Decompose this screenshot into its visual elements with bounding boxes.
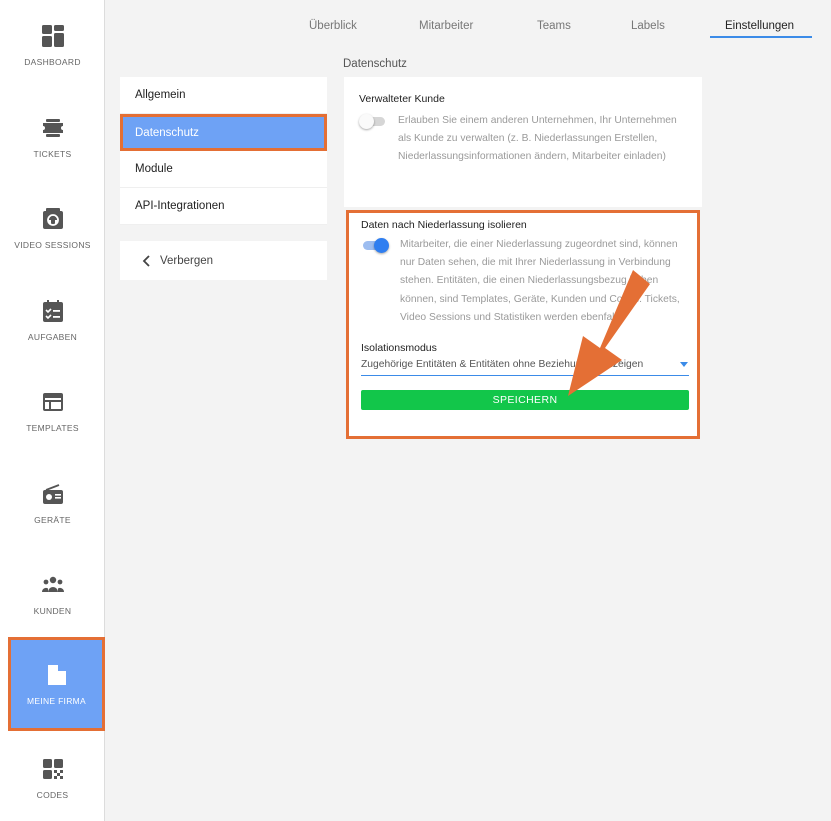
nav-item-customers[interactable]: KUNDEN — [0, 549, 105, 639]
managed-customer-toggle[interactable] — [359, 114, 387, 129]
managed-customer-title: Verwalteter Kunde — [359, 93, 445, 105]
company-icon — [44, 662, 70, 688]
active-tab-indicator — [710, 36, 812, 38]
managed-customer-description: Erlauben Sie einem anderen Unternehmen, … — [398, 115, 677, 163]
tab-employees[interactable]: Mitarbeiter — [419, 20, 473, 32]
chevron-left-icon — [142, 254, 150, 267]
tickets-icon — [40, 115, 66, 141]
nav-item-templates[interactable]: TEMPLATES — [0, 366, 105, 456]
customers-icon — [40, 572, 66, 598]
settings-submenu: Allgemein Datenschutz Module API-Integra… — [120, 77, 327, 225]
isolate-data-toggle[interactable] — [361, 238, 389, 253]
nav-item-devices[interactable]: GERÄTE — [0, 458, 105, 548]
tab-settings[interactable]: Einstellungen — [725, 20, 794, 32]
templates-icon — [40, 389, 66, 415]
isolate-data-title: Daten nach Niederlassung isolieren — [361, 219, 527, 231]
submenu-item-general[interactable]: Allgemein — [120, 77, 327, 114]
devices-icon — [40, 481, 66, 507]
section-title: Datenschutz — [343, 58, 407, 70]
nav-label: VIDEO SESSIONS — [14, 240, 91, 250]
hide-submenu-label: Verbergen — [160, 254, 214, 267]
nav-label: KUNDEN — [33, 606, 72, 616]
nav-item-video-sessions[interactable]: VIDEO SESSIONS — [0, 183, 105, 273]
submenu-item-privacy[interactable]: Datenschutz — [120, 114, 327, 151]
submenu-item-modules[interactable]: Module — [120, 151, 327, 188]
nav-label: DASHBOARD — [24, 57, 81, 67]
nav-label: AUFGABEN — [27, 332, 78, 342]
top-tabs: Überblick Mitarbeiter Teams Labels Einst… — [105, 0, 831, 48]
nav-item-tasks[interactable]: AUFGABEN — [0, 275, 105, 365]
nav-label: CODES — [36, 790, 69, 800]
nav-label: GERÄTE — [34, 515, 71, 525]
dashboard-icon — [40, 23, 66, 49]
submenu-item-api-integrations[interactable]: API-Integrationen — [120, 188, 327, 225]
annotation-arrow-icon — [568, 270, 650, 396]
hide-submenu-button[interactable]: Verbergen — [120, 241, 327, 280]
managed-customer-card: Verwalteter Kunde Erlauben Sie einem and… — [344, 77, 702, 207]
tab-overview[interactable]: Überblick — [309, 20, 357, 32]
tab-teams[interactable]: Teams — [537, 20, 571, 32]
nav-item-company[interactable]: MEINE FIRMA — [8, 637, 105, 731]
nav-item-tickets[interactable]: TICKETS — [0, 92, 105, 182]
nav-label: TEMPLATES — [26, 423, 79, 433]
nav-item-codes[interactable]: CODES — [0, 733, 105, 821]
left-navigation: DASHBOARD TICKETS VIDEO SESSIONS AUFGABE… — [0, 0, 105, 821]
nav-label: MEINE FIRMA — [26, 696, 87, 706]
nav-item-dashboard[interactable]: DASHBOARD — [0, 0, 105, 90]
tab-labels[interactable]: Labels — [631, 20, 665, 32]
nav-label: TICKETS — [33, 149, 72, 159]
caret-down-icon — [680, 362, 688, 368]
video-sessions-icon — [40, 206, 66, 232]
codes-icon — [40, 756, 66, 782]
tasks-icon — [40, 298, 66, 324]
